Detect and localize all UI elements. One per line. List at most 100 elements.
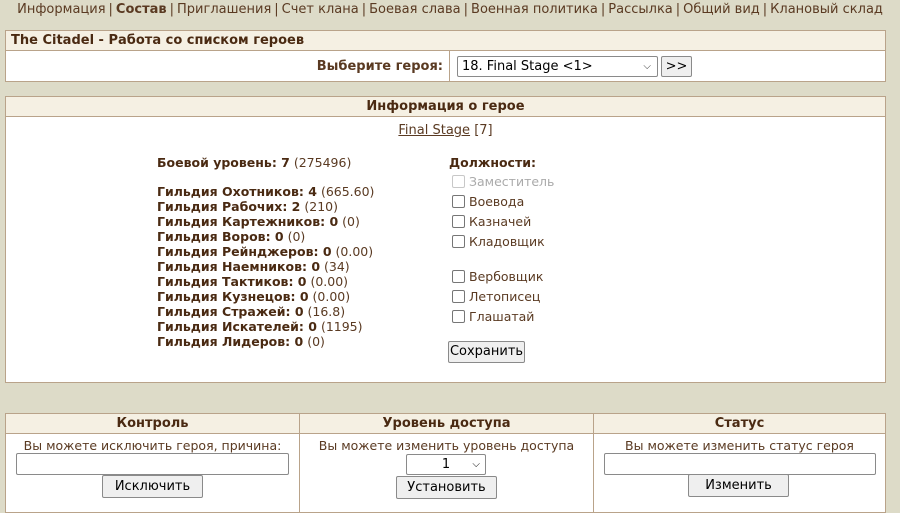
guild-points: (34)	[320, 259, 350, 274]
top-navigation: Информация | Состав | Приглашения | Счет клана…	[0, 0, 900, 20]
access-level-column: Уровень доступа Вы можете изменить урове…	[299, 414, 593, 512]
position-label: Глашатай	[469, 309, 535, 324]
guild-row: Гильдия Рабочих: 2 (210)	[157, 199, 374, 214]
hero-list-panel: The Citadel - Работа со списком героев В…	[5, 30, 886, 82]
guild-row: Гильдия Тактиков: 0 (0.00)	[157, 274, 374, 289]
guild-row: Гильдия Стражей: 0 (16.8)	[157, 304, 374, 319]
access-level-select[interactable]: 1 ⌵	[406, 454, 486, 475]
guild-row: Гильдия Рейнджеров: 0 (0.00)	[157, 244, 374, 259]
nav-separator: |	[675, 2, 681, 17]
guild-level: Гильдия Тактиков: 0	[157, 274, 307, 289]
guild-level: Гильдия Искателей: 0	[157, 319, 317, 334]
hero-name-line: Final Stage [7]	[6, 123, 885, 138]
status-header: Статус	[594, 414, 885, 434]
position-checkbox[interactable]	[452, 235, 465, 248]
access-level-value: 1	[441, 457, 451, 472]
exclude-button[interactable]: Исключить	[102, 475, 203, 498]
hero-select[interactable]: 18. Final Stage <1> ⌵	[457, 56, 658, 77]
nav-item[interactable]: Рассылка	[608, 2, 673, 17]
nav-separator: |	[463, 2, 469, 17]
nav-separator: |	[762, 2, 768, 17]
guild-row: Гильдия Наемников: 0 (34)	[157, 259, 374, 274]
change-status-button[interactable]: Изменить	[688, 474, 789, 497]
nav-item[interactable]: Приглашения	[177, 2, 271, 17]
next-hero-button[interactable]: >>	[661, 56, 692, 77]
access-level-header: Уровень доступа	[300, 414, 593, 434]
guild-level: Гильдия Стражей: 0	[157, 304, 304, 319]
guild-row: Гильдия Искателей: 0 (1195)	[157, 319, 374, 334]
nav-item[interactable]: Общий вид	[683, 2, 760, 17]
position-checkbox[interactable]	[452, 310, 465, 323]
guild-level: Гильдия Кузнецов: 0	[157, 289, 309, 304]
position-checkbox[interactable]	[452, 290, 465, 303]
guild-level: Гильдия Лидеров: 0	[157, 334, 304, 349]
position-label: Заместитель	[469, 174, 555, 189]
nav-item[interactable]: Боевая слава	[369, 2, 461, 17]
guild-row: Гильдия Картежников: 0 (0)	[157, 214, 374, 229]
guild-points: (210)	[300, 199, 338, 214]
guild-points: (0.00)	[306, 274, 349, 289]
hero-info-title: Информация о герое	[6, 97, 885, 117]
guild-row: Гильдия Воров: 0 (0)	[157, 229, 374, 244]
position-checkbox-row[interactable]: Воевода	[449, 192, 554, 212]
status-column: Статус Вы можете изменить статус героя И…	[593, 414, 885, 512]
nav-item[interactable]: Клановый склад	[770, 2, 883, 17]
guild-points: (1195)	[316, 319, 363, 334]
position-checkbox-row[interactable]: Вербовщик	[449, 267, 554, 287]
hero-actions-table: Контроль Вы можете исключить героя, прич…	[5, 413, 886, 513]
set-access-button[interactable]: Установить	[396, 476, 497, 499]
positions-title: Должности:	[449, 155, 536, 170]
position-label: Казначей	[469, 214, 532, 229]
position-checkbox-row: Заместитель	[449, 172, 554, 192]
guild-level: Гильдия Рабочих: 2	[157, 199, 301, 214]
hero-name-link[interactable]: Final Stage	[398, 123, 470, 138]
guild-row: Гильдия Лидеров: 0 (0)	[157, 334, 374, 349]
hero-select-value: 18. Final Stage <1>	[462, 59, 593, 74]
position-checkbox-row[interactable]: Глашатай	[449, 307, 554, 327]
position-label: Вербовщик	[469, 269, 544, 284]
position-checkbox	[452, 175, 465, 188]
nav-item[interactable]: Счет клана	[282, 2, 359, 17]
guild-level: Гильдия Рейнджеров: 0	[157, 244, 332, 259]
combat-level: Боевой уровень: 7 (275496)	[157, 155, 352, 170]
nav-item[interactable]: Военная политика	[471, 2, 598, 17]
guild-points: (665.60)	[316, 184, 375, 199]
position-checkbox-row[interactable]: Казначей	[449, 212, 554, 232]
position-label: Кладовщик	[469, 234, 545, 249]
position-checkbox-row[interactable]: Кладовщик	[449, 232, 554, 252]
position-checkbox[interactable]	[452, 270, 465, 283]
hero-info-panel: Информация о герое Final Stage [7] Боево…	[5, 96, 886, 383]
guild-row: Гильдия Охотников: 4 (665.60)	[157, 184, 374, 199]
nav-separator: |	[169, 2, 175, 17]
position-label: Воевода	[469, 194, 525, 209]
choose-hero-label: Выберите героя:	[316, 59, 443, 74]
guild-level: Гильдия Воров: 0	[157, 229, 284, 244]
guild-points: (0.00)	[331, 244, 374, 259]
chevron-down-icon: ⌵	[643, 61, 651, 72]
guild-points: (0.00)	[308, 289, 351, 304]
positions-group: Должности: Заместитель Воевода Казначей Кла…	[449, 155, 554, 327]
position-label: Летописец	[469, 289, 541, 304]
guild-points: (0)	[338, 214, 360, 229]
nav-separator: |	[361, 2, 367, 17]
guild-points: (0)	[283, 229, 306, 244]
nav-item[interactable]: Информация	[17, 2, 105, 17]
save-button[interactable]: Сохранить	[448, 341, 525, 363]
nav-item[interactable]: Состав	[116, 2, 167, 17]
nav-separator: |	[274, 2, 279, 17]
guild-level: Гильдия Картежников: 0	[157, 214, 339, 229]
position-checkbox[interactable]	[452, 215, 465, 228]
guild-points: (16.8)	[303, 304, 346, 319]
guild-row: Гильдия Кузнецов: 0 (0.00)	[157, 289, 374, 304]
position-checkbox-row[interactable]: Летописец	[449, 287, 554, 307]
nav-separator: |	[600, 2, 606, 17]
position-checkbox[interactable]	[452, 195, 465, 208]
guild-level: Гильдия Охотников: 4	[157, 184, 317, 199]
hero-level: [7]	[470, 123, 493, 138]
divider	[449, 51, 450, 82]
status-input[interactable]	[604, 453, 876, 475]
exclude-reason-input[interactable]	[16, 453, 289, 475]
nav-separator: |	[108, 2, 113, 17]
hero-stats: Боевой уровень: 7 (275496) Гильдия Охотн…	[157, 155, 374, 349]
panel-title: The Citadel - Работа со списком героев	[6, 31, 885, 51]
